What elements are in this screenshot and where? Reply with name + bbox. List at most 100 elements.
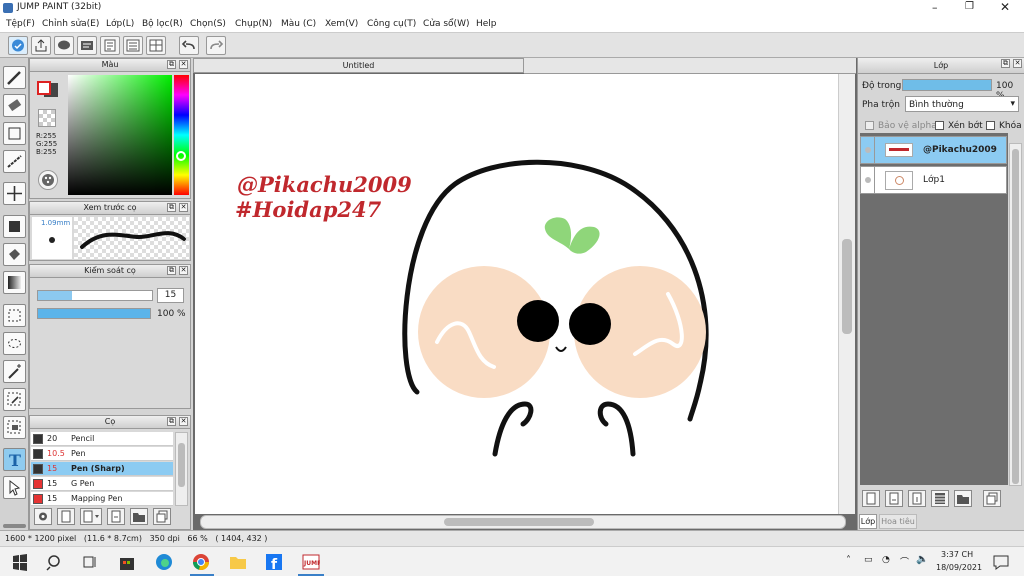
- brush-item-pencil[interactable]: 20 Pencil: [31, 432, 173, 446]
- menu-window[interactable]: Cửa sổ(W): [423, 19, 469, 29]
- brush-export-button[interactable]: [107, 508, 125, 525]
- foreground-color-swatch[interactable]: [37, 81, 51, 95]
- sync-button[interactable]: [8, 36, 28, 55]
- select-rect-tool[interactable]: [3, 304, 26, 327]
- new-brush-button[interactable]: [57, 508, 75, 525]
- brush-size-input[interactable]: 15: [157, 288, 184, 303]
- new-layer-button[interactable]: [862, 490, 880, 507]
- search-icon[interactable]: [46, 553, 64, 571]
- share-button[interactable]: [31, 36, 51, 55]
- brush-tool[interactable]: [3, 66, 26, 89]
- brush-duplicate-button[interactable]: [153, 508, 171, 525]
- brush-opacity-slider[interactable]: [37, 308, 151, 319]
- notification-icon[interactable]: [992, 553, 1010, 571]
- menu-capture[interactable]: Chụp(N): [235, 19, 272, 29]
- tool-scroll-handle[interactable]: [3, 524, 26, 528]
- tray-chevron-up-icon[interactable]: ˄: [846, 555, 851, 566]
- canvas-vertical-scrollbar[interactable]: [838, 74, 855, 514]
- rectangle-tool[interactable]: [3, 122, 26, 145]
- line-tool[interactable]: [3, 150, 26, 173]
- blend-mode-select[interactable]: Bình thường ▾: [905, 96, 1019, 112]
- tab-untitled[interactable]: Untitled: [193, 58, 524, 73]
- saturation-value-picker[interactable]: [68, 75, 172, 195]
- eye-icon[interactable]: [865, 177, 871, 183]
- undock-icon[interactable]: ⧉: [167, 266, 176, 275]
- fill-rect-tool[interactable]: [3, 215, 26, 238]
- new-layer-1bit-button[interactable]: [908, 490, 926, 507]
- grid-button[interactable]: [146, 36, 166, 55]
- brush-size-slider[interactable]: [37, 290, 153, 301]
- menu-tools[interactable]: Công cụ(T): [367, 19, 416, 29]
- lock-checkbox[interactable]: [986, 121, 995, 130]
- brush-settings-button[interactable]: [34, 508, 52, 525]
- clock-time[interactable]: 3:37 CH: [941, 550, 973, 559]
- halftone-layer-button[interactable]: [931, 490, 949, 507]
- layer-item-layer1[interactable]: Lớp1: [860, 166, 1007, 194]
- operation-tool[interactable]: [3, 476, 26, 499]
- transparent-swatch[interactable]: [38, 109, 56, 127]
- undo-button[interactable]: [179, 36, 199, 55]
- close-icon[interactable]: ✕: [1000, 0, 1010, 14]
- panel-close-icon[interactable]: ✕: [179, 203, 188, 212]
- panel-close-icon[interactable]: ✕: [179, 417, 188, 426]
- undock-icon[interactable]: ⧉: [167, 417, 176, 426]
- layer-list-scrollbar[interactable]: [1009, 143, 1022, 486]
- brush-folder-button[interactable]: [130, 508, 148, 525]
- palette-button[interactable]: [38, 170, 58, 190]
- eye-icon[interactable]: [865, 147, 871, 153]
- hue-handle[interactable]: [176, 151, 186, 161]
- panel-close-icon[interactable]: ✕: [179, 266, 188, 275]
- menu-filter[interactable]: Bộ lọc(R): [142, 19, 183, 29]
- horizontal-scroll-thumb[interactable]: [444, 518, 594, 526]
- brush-list-scrollbar[interactable]: [175, 432, 188, 506]
- comment-button[interactable]: [54, 36, 74, 55]
- clipping-checkbox[interactable]: [935, 121, 944, 130]
- store-icon[interactable]: [118, 553, 136, 571]
- undock-icon[interactable]: ⧉: [167, 203, 176, 212]
- menu-edit[interactable]: Chỉnh sửa(E): [42, 19, 99, 29]
- layer-folder-button[interactable]: [954, 490, 972, 507]
- text-tool[interactable]: T: [3, 448, 26, 471]
- menu-file[interactable]: Tệp(F): [6, 19, 35, 29]
- tab-navigator[interactable]: Hoa tiêu: [879, 514, 917, 529]
- panel-close-icon[interactable]: ✕: [179, 60, 188, 69]
- task-view-icon[interactable]: [81, 553, 99, 571]
- layer-opacity-slider[interactable]: [902, 79, 992, 91]
- menu-color[interactable]: Màu (C): [281, 19, 316, 29]
- select-eraser-tool[interactable]: [3, 416, 26, 439]
- lasso-tool[interactable]: [3, 332, 26, 355]
- list-button[interactable]: [123, 36, 143, 55]
- menu-select[interactable]: Chọn(S): [190, 19, 226, 29]
- document-button[interactable]: [100, 36, 120, 55]
- message-button[interactable]: [77, 36, 97, 55]
- layer-item-pikachu[interactable]: @Pikachu2009: [860, 136, 1007, 164]
- brush-item-g-pen[interactable]: 15 G Pen: [31, 477, 173, 491]
- redo-button[interactable]: [206, 36, 226, 55]
- undock-icon[interactable]: ⧉: [167, 60, 176, 69]
- maximize-icon[interactable]: ❐: [965, 1, 974, 12]
- menu-layer[interactable]: Lớp(L): [106, 19, 134, 29]
- clock-date[interactable]: 18/09/2021: [936, 563, 982, 572]
- undock-icon[interactable]: ⧉: [1001, 59, 1010, 68]
- menu-view[interactable]: Xem(V): [325, 19, 358, 29]
- drawing-canvas[interactable]: @Pikachu2009 #Hoidap247: [195, 74, 838, 514]
- brush-menu-button[interactable]: [80, 508, 102, 525]
- chrome-icon[interactable]: [192, 553, 210, 571]
- magic-wand-tool[interactable]: [3, 360, 26, 383]
- wifi-icon[interactable]: ⌒: [900, 555, 909, 568]
- jump-paint-icon[interactable]: JUMP: [302, 553, 320, 571]
- bucket-tool[interactable]: [3, 243, 26, 266]
- menu-help[interactable]: Help: [476, 19, 497, 29]
- duplicate-layer-button[interactable]: [983, 490, 1001, 507]
- eraser-tool[interactable]: [3, 94, 26, 117]
- select-pen-tool[interactable]: [3, 388, 26, 411]
- edge-icon[interactable]: [155, 553, 173, 571]
- brush-item-pen-sharp[interactable]: 15 Pen (Sharp): [31, 462, 173, 476]
- new-layer-8bit-button[interactable]: [885, 490, 903, 507]
- move-tool[interactable]: [3, 182, 26, 205]
- facebook-icon[interactable]: f: [265, 553, 283, 571]
- volume-icon[interactable]: 🔈: [916, 554, 928, 565]
- battery-icon[interactable]: ▭: [864, 555, 873, 565]
- windows-start-icon[interactable]: [11, 553, 29, 571]
- vertical-scroll-thumb[interactable]: [842, 239, 852, 334]
